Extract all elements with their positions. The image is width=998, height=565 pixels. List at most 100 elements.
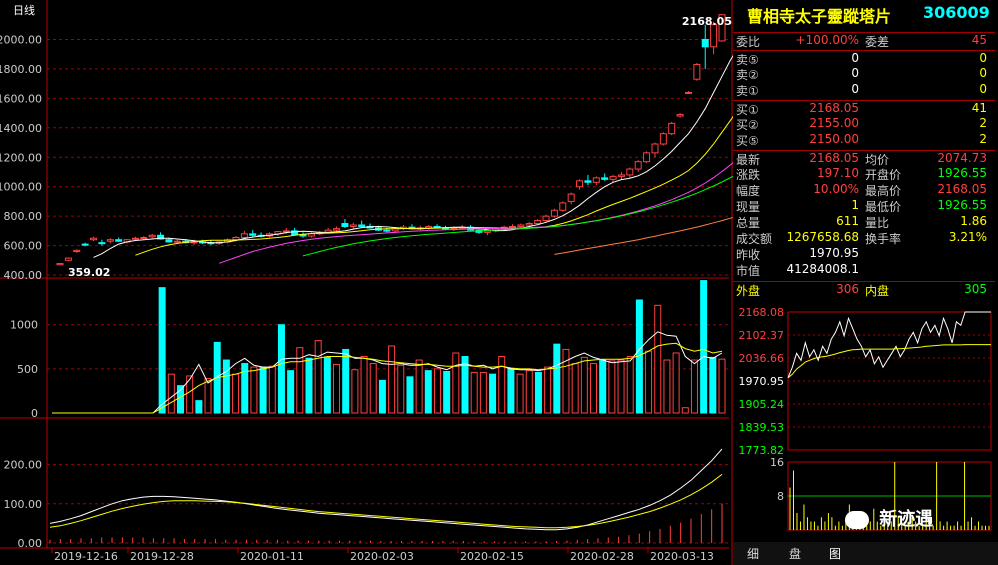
x-tick-label: 2020-03-13	[650, 550, 714, 563]
candle-body	[659, 133, 667, 145]
candle-body	[576, 180, 584, 188]
volume-bar	[158, 287, 166, 414]
y-tick-label: 0	[31, 407, 38, 420]
stat-label: 成交额	[736, 232, 773, 246]
candle-body	[710, 24, 718, 48]
volume-bar	[443, 371, 451, 414]
candle-body	[567, 193, 575, 202]
candle-body	[349, 224, 357, 227]
ask-row: 卖② 0 0	[733, 66, 995, 82]
stat-row: 总量 611 量比 1.86	[733, 214, 995, 230]
volume-bar	[333, 363, 341, 414]
ask-price: 0	[851, 51, 859, 65]
volume-bar	[617, 359, 625, 414]
volume-bar	[259, 366, 267, 414]
stat-label: 昨收	[736, 248, 761, 262]
volume-bar	[342, 348, 350, 414]
inner-label: 内盘	[865, 284, 890, 298]
y-tick-label: 1000.00	[0, 181, 42, 194]
candle-body	[333, 228, 341, 231]
volume-bar	[323, 356, 331, 414]
candle-body	[517, 224, 525, 227]
tab-orderbook[interactable]: 盘	[789, 545, 801, 562]
volume-bar	[232, 373, 240, 414]
stat-value-2: 2074.73	[937, 151, 987, 165]
volume-bar	[287, 370, 295, 414]
x-tick-label: 2019-12-16	[54, 550, 118, 563]
stat-label: 现量	[736, 200, 761, 214]
stat-row: 最新 2168.05 均价 2074.73	[733, 150, 995, 167]
y-tick-label: 400.00	[4, 269, 43, 282]
candle-body	[56, 263, 64, 266]
y-tick-label: 1800.00	[0, 63, 42, 76]
bid-price: 2155.00	[809, 116, 859, 130]
wei-bi-row: 委比 +100.00% 委差 45	[733, 32, 995, 49]
volume-bar	[424, 370, 432, 414]
volume-bar	[470, 371, 478, 414]
volume-bar	[608, 360, 616, 414]
volume-bar	[681, 407, 689, 414]
tab-chart[interactable]: 图	[829, 545, 841, 562]
stock-chart[interactable]: 2000.00 1800.00 1600.00 1400.00 1200.00 1000.…	[0, 0, 733, 565]
bid-label: 买②	[736, 118, 759, 132]
ask-label: 卖②	[736, 68, 759, 82]
x-tick-label: 2020-02-28	[570, 550, 634, 563]
stat-label: 幅度	[736, 184, 761, 198]
volume-bar	[654, 304, 662, 414]
y-tick-label: 16	[770, 456, 784, 469]
y-tick-label: 600.00	[4, 240, 43, 253]
ask-volume: 0	[979, 51, 987, 65]
wei-bi-label: 委比	[736, 35, 761, 49]
volume-bar	[645, 350, 653, 414]
candle-body	[592, 177, 600, 183]
volume-bar	[406, 376, 414, 414]
bottom-tabs: 细 盘 图	[733, 542, 998, 565]
candle-body	[148, 234, 156, 238]
stat-value: 1	[851, 198, 859, 212]
candle-body	[509, 225, 517, 228]
volume-bar	[388, 345, 396, 414]
stat-value: 10.00%	[813, 182, 859, 196]
stat-value-2: 3.21%	[948, 230, 987, 244]
y-tick-label: 8	[777, 490, 784, 503]
candle-body	[693, 63, 701, 80]
stat-row: 幅度 10.00% 最高价 2168.05	[733, 182, 995, 198]
y-tick-label: 1000	[10, 319, 38, 332]
volume-bar	[351, 369, 359, 414]
bid-row: 买② 2155.00 2	[733, 116, 995, 132]
intraday-chart[interactable]: 2168.08 2102.37 2036.66 1970.95 1905.24 1839.…	[733, 300, 998, 542]
candle-body	[483, 230, 491, 233]
tab-detail[interactable]: 细	[747, 545, 759, 562]
stat-value: 611	[836, 214, 859, 228]
volume-bar	[369, 363, 377, 414]
candle-body	[542, 215, 550, 222]
y-tick-label: 500	[17, 363, 38, 376]
candle-body	[684, 91, 692, 94]
stat-label-2: 换手率	[865, 232, 902, 246]
volume-bar	[433, 368, 441, 414]
bid-label: 买⑤	[736, 134, 759, 148]
volume-bar	[507, 368, 515, 414]
y-tick-label: 100.00	[4, 498, 43, 511]
volume-bar	[305, 357, 313, 414]
stat-label-2: 量比	[865, 216, 890, 230]
outer-value: 306	[836, 282, 859, 296]
candle-body	[626, 168, 634, 176]
volume-bar	[222, 359, 230, 414]
inner-value: 305	[964, 282, 987, 296]
outer-label: 外盘	[736, 284, 761, 298]
x-tick-label: 2020-02-03	[350, 550, 414, 563]
candle-body	[525, 223, 533, 226]
candle-body	[115, 239, 123, 242]
volume-bar	[415, 359, 423, 414]
candle-body	[534, 220, 542, 225]
volume-bar	[562, 348, 570, 414]
candle-body	[358, 224, 366, 227]
candle-body	[584, 180, 592, 183]
ask-volume: 0	[979, 82, 987, 96]
y-tick-label: 2102.37	[739, 329, 785, 342]
stat-label-2: 最低价	[865, 200, 902, 214]
candle-body	[173, 240, 181, 243]
low-marker: 359.02	[68, 266, 110, 279]
candle-body	[668, 122, 676, 135]
